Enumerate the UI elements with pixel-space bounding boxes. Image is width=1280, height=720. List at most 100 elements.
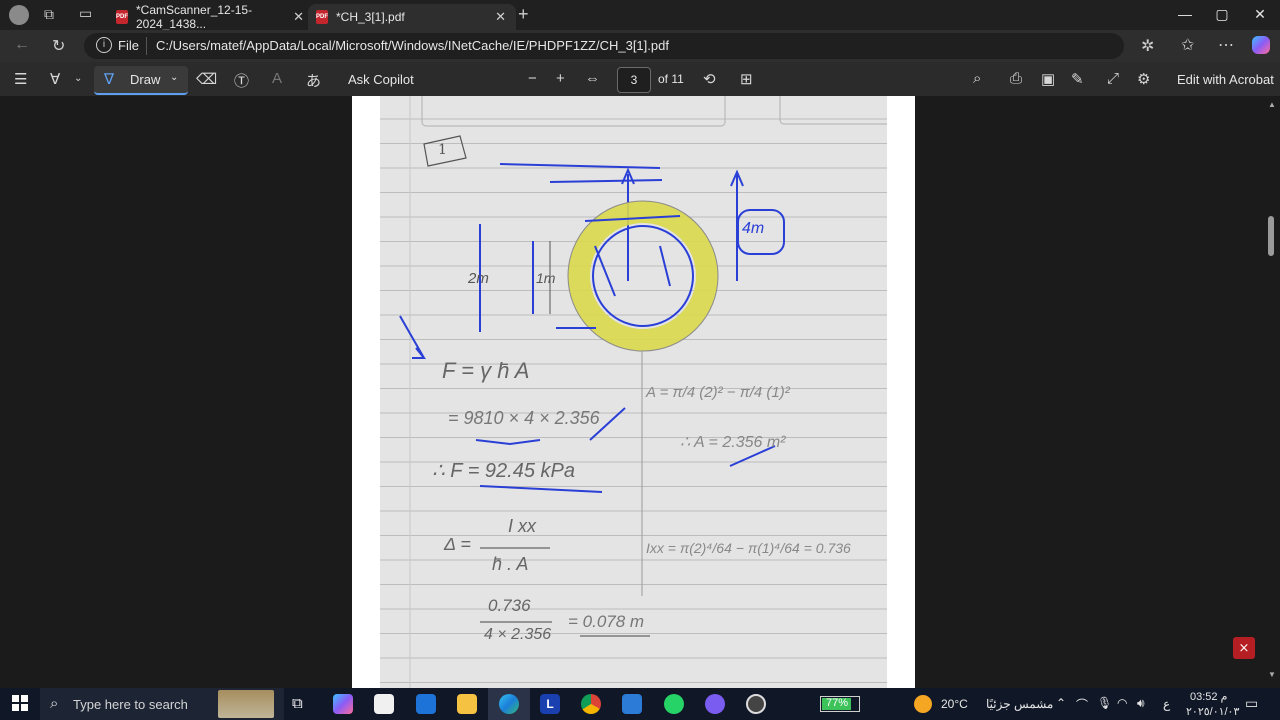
new-tab-icon[interactable]: + (518, 4, 529, 25)
delta-lhs: Δ = (444, 534, 471, 554)
wifi-icon[interactable]: ◠ (1117, 696, 1127, 710)
save-as-icon[interactable]: ✎ (1071, 70, 1084, 88)
info-icon[interactable]: i (96, 37, 112, 53)
full-screen-icon[interactable]: ⤢ (1107, 70, 1119, 87)
refresh-icon[interactable]: ↻ (52, 36, 65, 56)
search-placeholder: Type here to search (73, 697, 188, 712)
language-indicator[interactable]: ع (1163, 697, 1170, 711)
chrome-app-icon[interactable] (581, 694, 601, 714)
delta2-denominator: 4 × 2.356 (484, 626, 552, 643)
minimize-icon[interactable]: — (1175, 6, 1195, 22)
scrollbar-thumb[interactable] (1268, 216, 1274, 256)
area-result: ∴ A = 2.356 m² (680, 434, 786, 451)
store-app-icon[interactable] (374, 694, 394, 714)
lync-app-icon[interactable]: L (540, 694, 560, 714)
eraser-icon[interactable]: ⌫ (196, 70, 217, 88)
discord-app-icon[interactable] (705, 694, 725, 714)
close-tab-icon[interactable]: ✕ (293, 9, 304, 25)
maximize-icon[interactable]: ▢ (1212, 6, 1232, 23)
tab-camscanner[interactable]: PDF *CamScanner_12-15-2024_1438... ✕ (108, 3, 314, 31)
file-explorer-icon[interactable] (457, 694, 477, 714)
volume-icon[interactable]: 🔊︎ (1137, 696, 1145, 711)
address-bar[interactable]: i File C:/Users/matef/AppData/Local/Micr… (84, 33, 1124, 59)
delta2-result: = 0.078 m (568, 612, 645, 631)
fit-page-icon[interactable]: ⇔ (585, 70, 600, 87)
pdf-icon: PDF (116, 10, 128, 24)
draw-pen-icon: ∇ (104, 71, 115, 88)
zoom-in-icon[interactable]: + (556, 70, 565, 87)
scroll-down-icon[interactable]: ▼ (1268, 670, 1276, 679)
favorites-icon[interactable]: ✩ (1181, 35, 1194, 55)
area-equation: A = π/4 (2)² − π/4 (1)² (646, 384, 790, 401)
search-icon: ⌕ (50, 695, 59, 712)
battery-indicator[interactable]: 77% (820, 696, 860, 712)
acrobat-logo-icon[interactable]: ⨯ (1233, 637, 1255, 659)
add-text-icon[interactable]: Ⓣ (234, 70, 249, 91)
scroll-up-icon[interactable]: ▲ (1268, 100, 1276, 109)
dimension-1m: 1m (536, 270, 556, 286)
whatsapp-app-icon[interactable] (664, 694, 684, 714)
ixx-equation: Ixx = π(2)⁴/64 − π(1)⁴/64 = 0.736 (646, 540, 851, 556)
chevron-down-icon[interactable]: ⌄ (74, 73, 82, 84)
close-window-icon[interactable]: ✕ (1250, 6, 1270, 23)
delta-numerator: I xx (508, 516, 537, 536)
zoom-out-icon[interactable]: − (528, 70, 537, 87)
translate-icon[interactable]: あ (306, 70, 321, 91)
force-substitution: = 9810 × 4 × 2.356 (448, 408, 600, 428)
clock-date[interactable]: ٢٠٢٥/٠١/٠٣ (1186, 705, 1239, 718)
copilot-app-icon[interactable] (333, 694, 353, 714)
temperature-text: 20°C (941, 697, 968, 711)
task-view-icon[interactable]: ⧉ (292, 695, 303, 712)
tab-actions-icon[interactable]: ▭ (79, 5, 92, 22)
copilot-icon[interactable] (1252, 36, 1270, 54)
network-icon[interactable]: ⌒ (1076, 696, 1088, 713)
edge-app-icon[interactable] (499, 694, 519, 714)
profile-avatar[interactable] (9, 5, 29, 25)
search-icon[interactable]: ⌕ (973, 70, 981, 87)
print-icon[interactable]: ⎙ (1010, 70, 1022, 87)
scanned-notebook-page: 1 4m 2m 1m F = γ h̄ A = 9810 × 4 × 2.356… (380, 96, 887, 688)
settings-gear-icon[interactable]: ⚙ (1137, 70, 1150, 88)
delta-denominator: h̄ . A (492, 554, 529, 574)
vertical-scrollbar[interactable]: ▲ ▼ (1264, 96, 1280, 688)
save-icon[interactable]: ▣ (1041, 70, 1055, 88)
ask-copilot-button[interactable]: Ask Copilot (348, 72, 414, 87)
weather-icon[interactable] (914, 695, 932, 713)
back-icon[interactable]: ← (14, 36, 30, 54)
more-menu-icon[interactable]: ⋯ (1218, 35, 1234, 55)
highlight-icon[interactable]: ∀ (50, 70, 60, 88)
battery-text: 77% (826, 697, 849, 709)
extensions-icon[interactable]: ✲ (1141, 36, 1154, 56)
tab-ch3[interactable]: PDF *CH_3[1].pdf ✕ (308, 4, 516, 30)
taskbar-search-box[interactable]: ⌕ Type here to search (40, 688, 284, 720)
notebook-drawing (380, 96, 887, 688)
recorder-app-icon[interactable] (746, 694, 766, 714)
tab-bar: ⧉ ▭ PDF *CamScanner_12-15-2024_1438... ✕… (0, 0, 1280, 31)
workspaces-icon[interactable]: ⧉ (44, 6, 54, 23)
pdf-toolbar: ☰ ∀ ⌄ ∇ Draw ⌄ ⌫ Ⓣ A あ Ask Copilot − + ⇔… (0, 62, 1280, 97)
contents-list-icon[interactable]: ☰ (14, 70, 27, 88)
file-scheme-label: File (118, 38, 139, 53)
force-result: ∴ F = 92.45 kPa (432, 460, 575, 482)
notification-icon[interactable]: ▭ (1245, 695, 1258, 712)
clock-time[interactable]: 03:52 م (1190, 690, 1227, 703)
url-text[interactable]: C:/Users/matef/AppData/Local/Microsoft/W… (156, 38, 669, 53)
divider (146, 37, 147, 55)
rotate-icon[interactable]: ⟲ (703, 70, 716, 88)
mail-app-icon[interactable] (416, 694, 436, 714)
close-tab-icon[interactable]: ✕ (495, 9, 506, 25)
remote-desktop-icon[interactable] (622, 694, 642, 714)
pdf-icon: PDF (316, 10, 328, 24)
edit-with-acrobat-button[interactable]: Edit with Acrobat (1177, 72, 1274, 87)
page-view-icon[interactable]: ⊞ (740, 70, 753, 88)
page-number-input[interactable]: 3 (617, 67, 651, 93)
draw-button[interactable]: ∇ Draw ⌄ (94, 66, 188, 95)
windows-taskbar: ⌕ Type here to search ⧉ L 77% 20°C مشمس … (0, 688, 1280, 720)
force-equation: F = γ h̄ A (442, 358, 530, 383)
search-highlight-image (218, 690, 274, 718)
tray-overflow-icon[interactable]: ⌃ (1056, 696, 1066, 710)
read-aloud-icon[interactable]: A (272, 70, 282, 87)
draw-label: Draw (130, 72, 161, 87)
windows-start-icon[interactable] (12, 695, 28, 711)
microphone-icon[interactable]: 🎙︎ (1097, 696, 1112, 710)
